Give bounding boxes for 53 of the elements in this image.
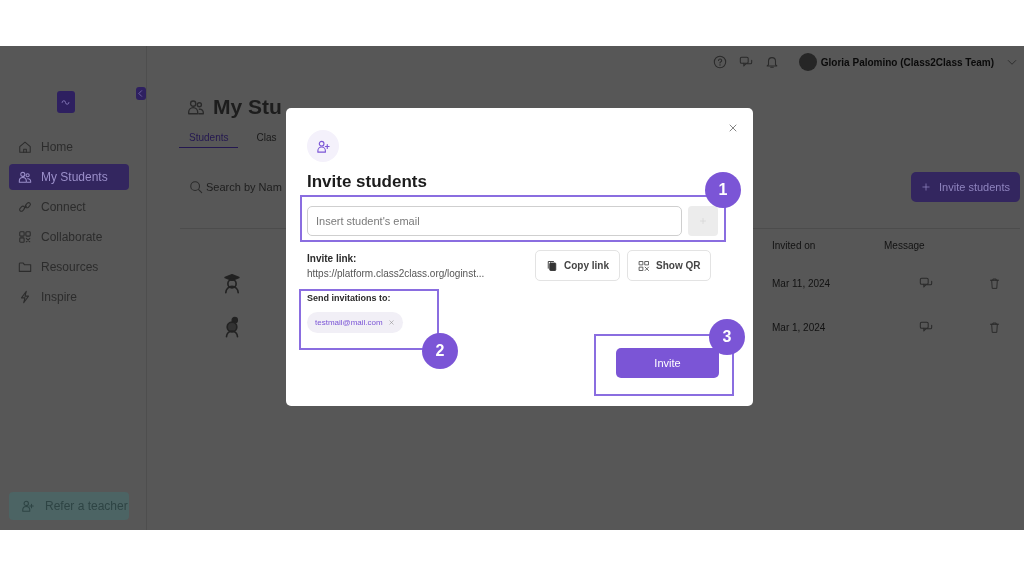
lightning-icon — [18, 290, 32, 304]
folder-icon — [18, 260, 32, 274]
chip-email: testmail@mail.com — [315, 318, 383, 327]
search-icon — [189, 180, 203, 194]
invite-students-button[interactable]: Invite students — [911, 172, 1020, 202]
column-header: Message — [884, 238, 926, 253]
home-icon — [18, 140, 32, 154]
sidebar-item[interactable]: My Students — [9, 164, 129, 190]
table-cell-text: Mar 1, 2024 — [772, 320, 827, 335]
step-badge: 3 — [709, 319, 745, 355]
invite-link-label: Invite link: — [307, 253, 358, 264]
close-button[interactable] — [727, 122, 739, 134]
grid-icon — [18, 230, 32, 244]
copy-link-button[interactable]: Copy link — [535, 250, 620, 281]
chat-icon — [919, 320, 933, 334]
user-plus-icon — [315, 138, 331, 154]
invite-button[interactable]: Invite — [616, 348, 719, 378]
remove-chip-button[interactable] — [387, 319, 395, 326]
page-title: My Stu — [213, 95, 282, 119]
user-avatar[interactable] — [798, 53, 817, 71]
bell-icon — [764, 55, 779, 69]
tab[interactable]: Clas — [246, 132, 287, 148]
users-icon — [18, 170, 32, 184]
user-plus-icon — [21, 499, 35, 513]
help-icon — [712, 55, 727, 69]
qr-icon — [638, 259, 650, 272]
trash-icon — [987, 320, 1001, 334]
dialog-title: Invite students — [307, 172, 428, 192]
delete-button[interactable] — [987, 320, 1001, 334]
collapse-sidebar-button[interactable] — [135, 86, 146, 100]
show-qr-button[interactable]: Show QR — [627, 250, 712, 281]
message-button[interactable] — [919, 276, 933, 290]
message-button[interactable] — [919, 320, 933, 334]
user-name: Gloria Palomino (Class2Class Team) — [820, 56, 994, 68]
plus-icon — [921, 182, 932, 192]
copy-icon — [546, 259, 558, 272]
delete-button[interactable] — [987, 276, 1001, 290]
tab[interactable]: Students — [179, 132, 239, 148]
close-icon — [387, 319, 395, 326]
recipients-label: Send invitations to: — [307, 293, 392, 303]
step-badge: 1 — [705, 172, 741, 208]
trash-icon — [987, 276, 1001, 290]
column-header: Invited on — [772, 238, 817, 253]
invite-link-text: https://platform.class2class.org/loginst... — [307, 268, 486, 279]
close-icon — [727, 122, 739, 134]
student-avatar-icon — [221, 272, 243, 294]
users-icon — [187, 98, 205, 116]
chat-icon — [738, 55, 753, 69]
chat-icon — [919, 276, 933, 290]
table-cell-text: Mar 11, 2024 — [772, 276, 832, 291]
link-icon — [18, 200, 32, 214]
email-input-field[interactable]: Insert student's email — [307, 206, 682, 236]
step-badge: 2 — [422, 333, 458, 369]
